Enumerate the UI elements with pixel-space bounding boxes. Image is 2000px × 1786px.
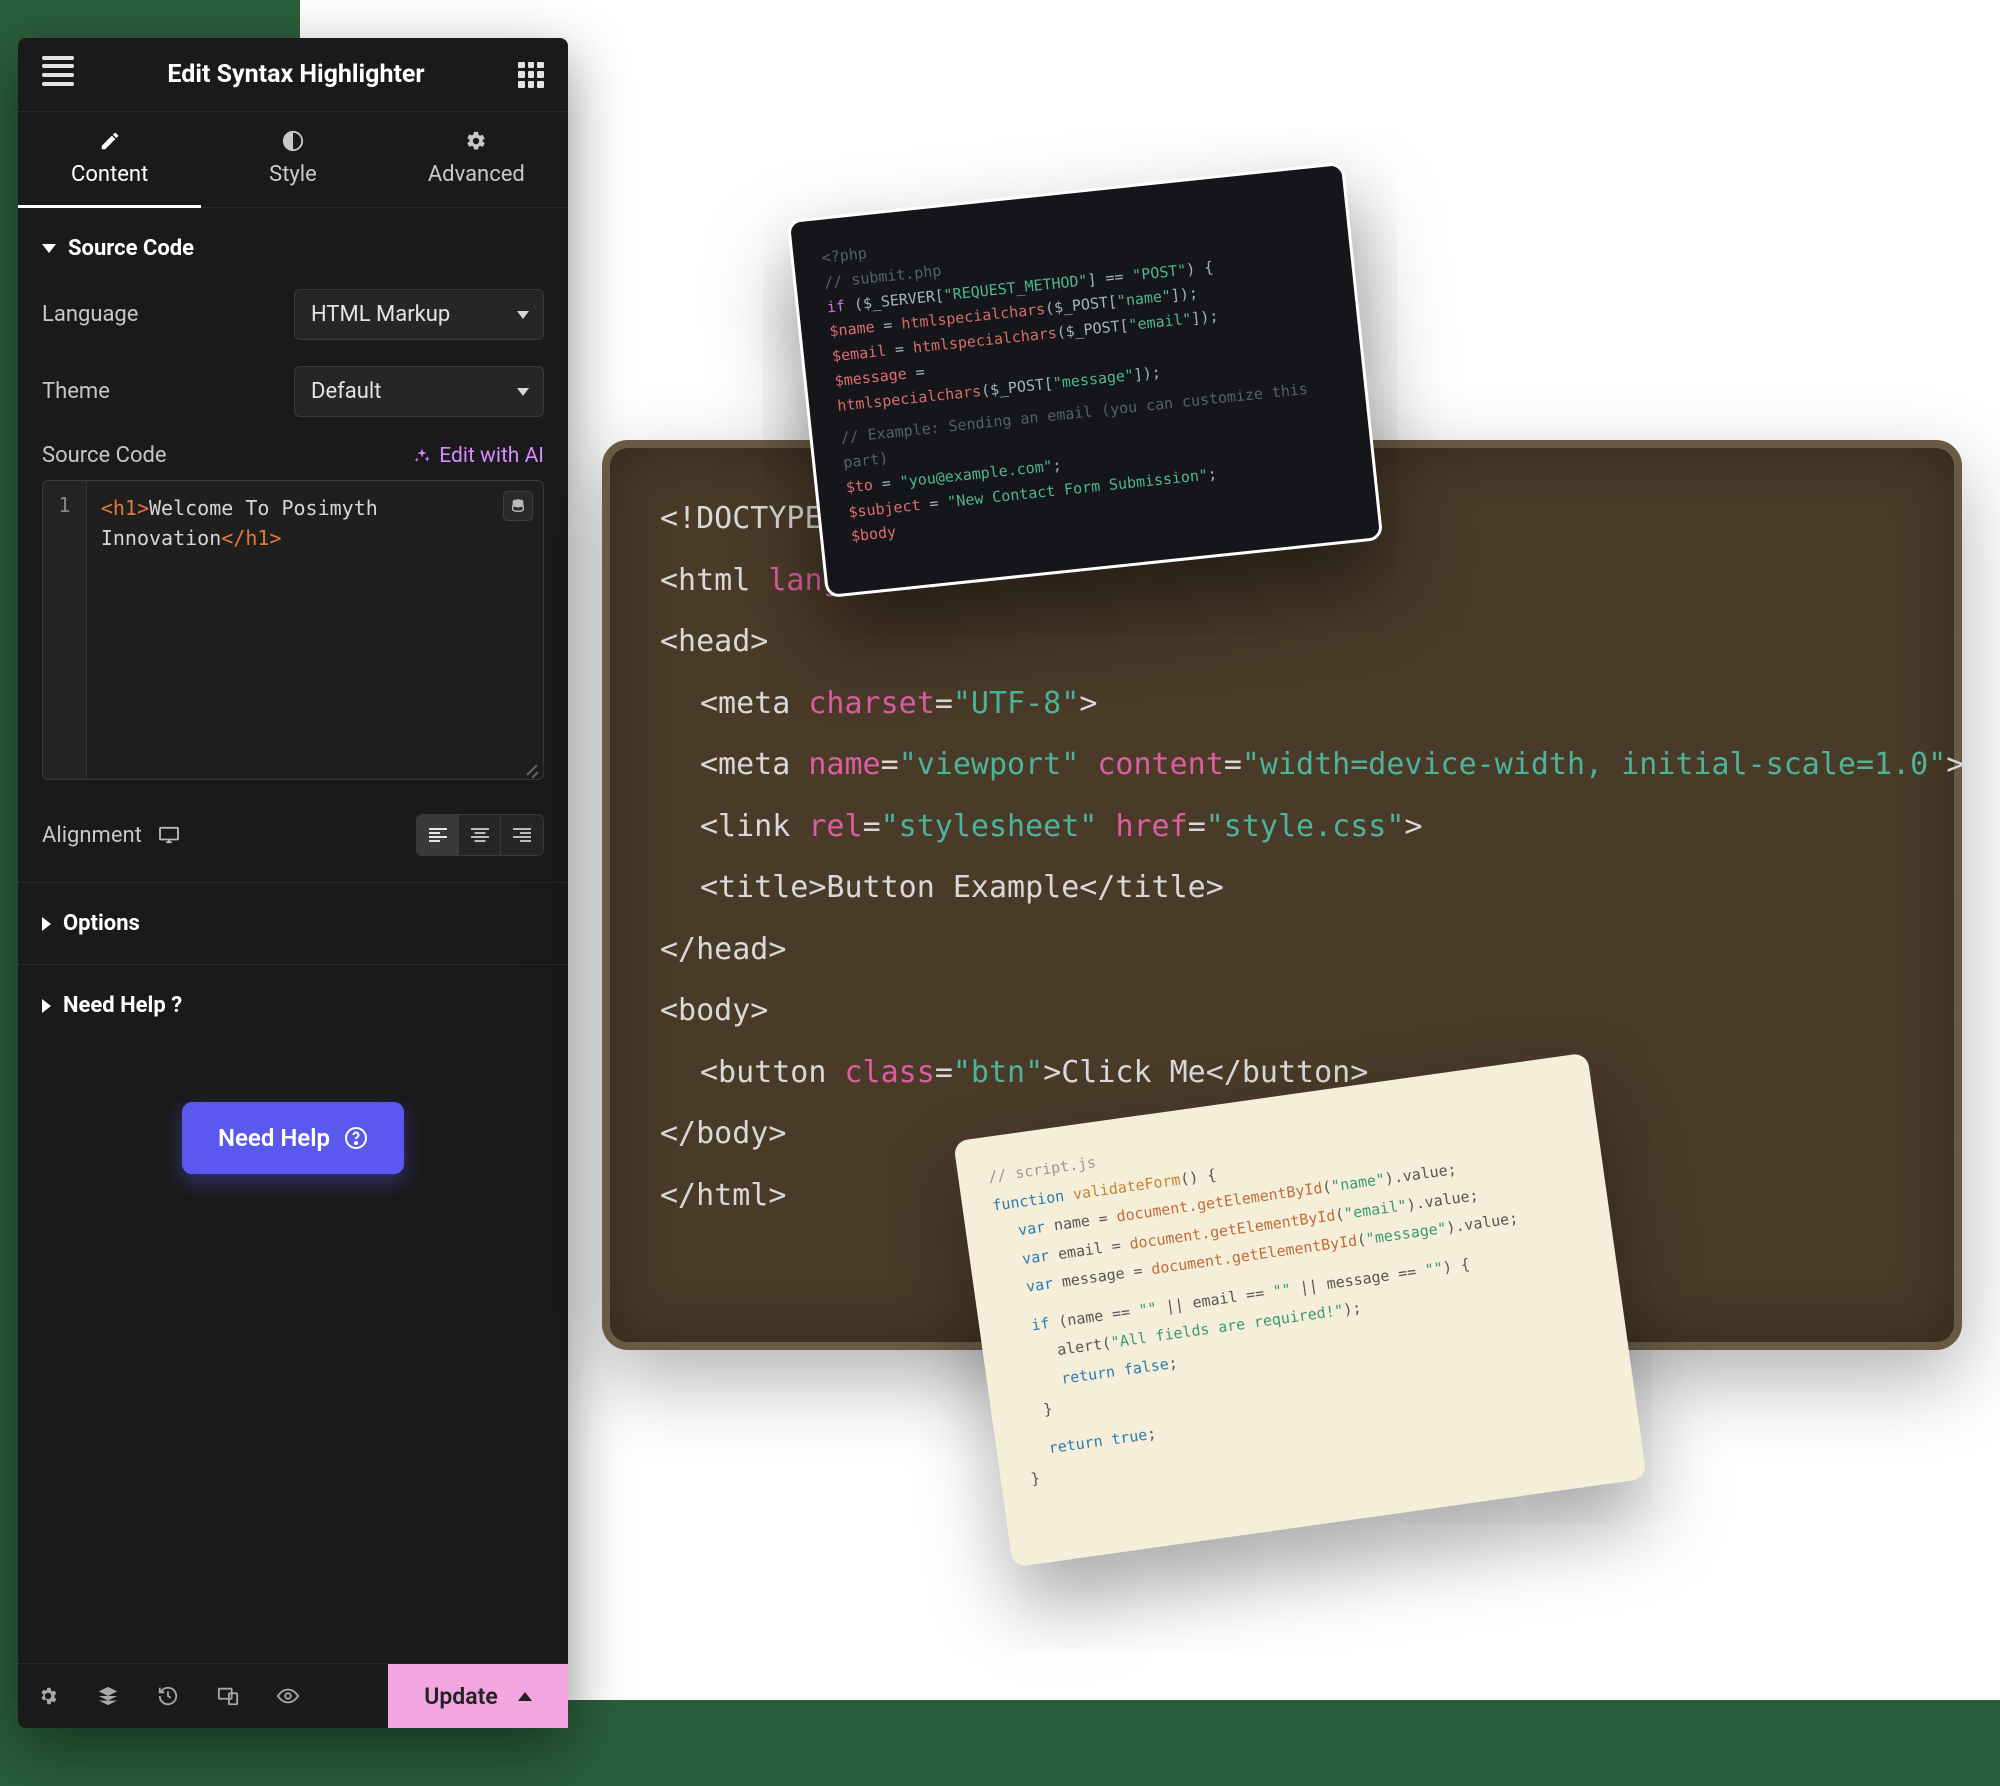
- menu-icon[interactable]: [42, 64, 74, 86]
- tabs: Content Style Advanced: [18, 112, 568, 208]
- chevron-up-icon: [518, 1692, 532, 1701]
- section-title: Source Code: [68, 236, 194, 261]
- align-center-button[interactable]: [459, 815, 501, 855]
- panel-header: Edit Syntax Highlighter: [18, 38, 568, 112]
- language-value: HTML Markup: [311, 302, 450, 327]
- panel-title: Edit Syntax Highlighter: [167, 60, 424, 89]
- history-icon: [157, 1685, 179, 1707]
- code-line: <?php: [821, 244, 868, 267]
- floating-card-js: // script.js function validateForm() { v…: [953, 1053, 1647, 1568]
- eye-icon: [277, 1685, 299, 1707]
- caret-down-icon: [42, 244, 56, 253]
- database-icon: [510, 498, 526, 514]
- source-code-label: Source Code: [42, 443, 167, 468]
- code-tag-open: <h1>: [101, 496, 149, 520]
- align-right-icon: [513, 828, 531, 842]
- section-options[interactable]: Options: [42, 907, 544, 940]
- language-select[interactable]: HTML Markup: [294, 289, 544, 340]
- question-circle-icon: [344, 1126, 368, 1150]
- theme-select[interactable]: Default: [294, 366, 544, 417]
- tab-advanced[interactable]: Advanced: [385, 112, 568, 207]
- alignment-label: Alignment: [42, 823, 142, 848]
- tab-label: Advanced: [428, 162, 525, 187]
- history-button[interactable]: [138, 1664, 198, 1728]
- edit-ai-label: Edit with AI: [439, 444, 544, 468]
- preview-button[interactable]: [258, 1664, 318, 1728]
- apps-grid-icon[interactable]: [518, 62, 544, 88]
- align-left-button[interactable]: [417, 815, 459, 855]
- tab-label: Content: [71, 162, 148, 187]
- need-help-label: Need Help ?: [63, 993, 182, 1018]
- section-source-code[interactable]: Source Code: [42, 236, 544, 261]
- navigator-button[interactable]: [78, 1664, 138, 1728]
- align-center-icon: [471, 828, 489, 842]
- resize-handle-icon[interactable]: [525, 761, 539, 775]
- dynamic-tags-button[interactable]: [503, 491, 533, 521]
- devices-icon: [217, 1685, 239, 1707]
- code-tag-close: </h1>: [221, 526, 281, 550]
- align-left-icon: [429, 828, 447, 842]
- pencil-icon: [99, 130, 121, 152]
- update-button[interactable]: Update: [388, 1664, 568, 1728]
- notification-dot-icon: [42, 56, 74, 60]
- desktop-icon[interactable]: [158, 826, 180, 844]
- update-button-label: Update: [424, 1683, 497, 1710]
- panel-footer: Update: [18, 1663, 568, 1728]
- tab-content[interactable]: Content: [18, 112, 201, 207]
- line-number: 1: [58, 493, 70, 517]
- floating-card-php: <?php // submit.php if ($_SERVER["REQUES…: [787, 162, 1384, 598]
- theme-label: Theme: [42, 379, 110, 404]
- theme-value: Default: [311, 379, 381, 404]
- caret-right-icon: [42, 999, 51, 1013]
- code-area[interactable]: <h1>Welcome To Posimyth Innovation</h1>: [87, 481, 543, 779]
- sparkle-icon: [413, 447, 431, 465]
- options-label: Options: [63, 911, 140, 936]
- settings-button[interactable]: [18, 1664, 78, 1728]
- editor-panel: Edit Syntax Highlighter Content Style Ad…: [18, 38, 568, 1728]
- edit-with-ai-button[interactable]: Edit with AI: [413, 444, 544, 468]
- gutter: 1: [43, 481, 87, 779]
- need-help-button[interactable]: Need Help: [182, 1102, 404, 1174]
- section-need-help[interactable]: Need Help ?: [42, 989, 544, 1022]
- alignment-group: [416, 814, 544, 856]
- caret-right-icon: [42, 917, 51, 931]
- align-right-button[interactable]: [501, 815, 543, 855]
- layers-icon: [97, 1685, 119, 1707]
- source-code-editor[interactable]: 1 <h1>Welcome To Posimyth Innovation</h1…: [42, 480, 544, 780]
- gear-icon: [465, 130, 487, 152]
- tab-label: Style: [269, 162, 317, 187]
- tab-style[interactable]: Style: [201, 112, 384, 207]
- contrast-icon: [282, 130, 304, 152]
- language-label: Language: [42, 302, 138, 327]
- need-help-button-label: Need Help: [218, 1124, 330, 1152]
- gear-icon: [37, 1685, 59, 1707]
- responsive-button[interactable]: [198, 1664, 258, 1728]
